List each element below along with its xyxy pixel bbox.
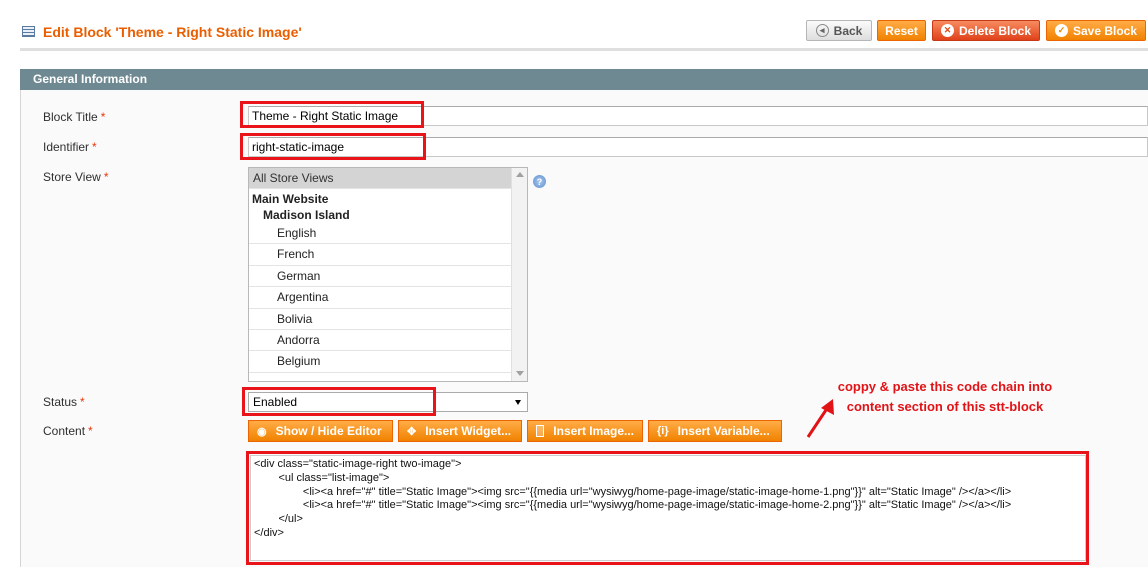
save-button-label: Save Block	[1072, 23, 1138, 38]
store-view-group-store: Madison Island	[263, 208, 350, 222]
insert-widget-button[interactable]: ✥ Insert Widget...	[398, 420, 522, 442]
scroll-down-icon[interactable]	[516, 371, 524, 376]
block-title-input[interactable]: Theme - Right Static Image	[248, 106, 1148, 126]
block-title-label-text: Block Title	[43, 110, 98, 124]
content-textarea[interactable]: <div class="static-image-right two-image…	[250, 455, 1086, 561]
show-hide-editor-label: Show / Hide Editor	[275, 424, 382, 438]
widget-icon: ✥	[407, 425, 417, 438]
store-view-label-text: Store View	[43, 170, 101, 184]
code-line: </ul>	[254, 513, 303, 526]
cms-block-icon	[22, 26, 35, 37]
delete-button-label: Delete Block	[958, 23, 1032, 38]
store-view-option[interactable]: English	[249, 223, 512, 245]
code-line: <ul class="list-image">	[254, 471, 390, 484]
annotation-line-2: content section of this stt-block	[846, 399, 1044, 414]
store-view-option-all[interactable]: All Store Views	[249, 168, 512, 189]
delete-block-button[interactable]: ✕ Delete Block	[932, 20, 1040, 41]
annotation-note: coppy & paste this code chain into conte…	[815, 377, 1075, 417]
store-view-scrollbar[interactable]	[511, 168, 527, 381]
eye-icon: ◉	[257, 425, 267, 438]
help-icon[interactable]: ?	[533, 175, 546, 188]
content-label-text: Content	[43, 424, 86, 438]
header-divider	[20, 48, 1148, 51]
delete-x-icon: ✕	[940, 24, 954, 37]
store-view-option[interactable]: German	[249, 266, 512, 288]
annotation-line-1: coppy & paste this code chain into	[837, 379, 1053, 394]
store-view-option[interactable]: Belgium	[249, 351, 512, 373]
scroll-up-icon[interactable]	[516, 172, 524, 177]
required-marker: *	[88, 424, 93, 438]
code-line: <li><a href="#" title="Static Image"><im…	[254, 485, 1012, 498]
code-line: <li><a href="#" title="Static Image"><im…	[254, 499, 1012, 512]
block-title-label: Block Title *	[43, 110, 105, 124]
insert-image-button[interactable]: Insert Image...	[527, 420, 643, 442]
required-marker: *	[92, 140, 97, 154]
status-select[interactable]: Enabled	[248, 392, 528, 412]
store-view-options: All Store Views Main Website Madison Isl…	[249, 168, 512, 373]
code-line: </div>	[254, 526, 284, 539]
code-line: <div class="static-image-right two-image…	[254, 458, 462, 470]
status-label-text: Status	[43, 395, 78, 409]
insert-image-label: Insert Image...	[553, 424, 634, 438]
back-arrow-icon: ◂	[815, 24, 829, 37]
annotation-arrow-icon	[806, 399, 834, 438]
reset-button-label: Reset	[885, 23, 918, 38]
required-marker: *	[80, 395, 85, 409]
identifier-label: Identifier *	[43, 140, 97, 154]
identifier-label-text: Identifier	[43, 140, 90, 154]
save-block-button[interactable]: ✓ Save Block	[1046, 20, 1146, 41]
store-view-multiselect[interactable]: All Store Views Main Website Madison Isl…	[248, 167, 528, 382]
reset-button[interactable]: Reset	[877, 20, 926, 41]
checkmark-icon: ✓	[1054, 24, 1068, 37]
insert-variable-label: Insert Variable...	[677, 424, 770, 438]
variable-icon: {i}	[657, 425, 669, 437]
page-header: Edit Block 'Theme - Right Static Image' …	[0, 0, 1148, 51]
back-button-label: Back	[833, 23, 863, 38]
back-button[interactable]: ◂ Back	[806, 20, 872, 41]
status-select-value: Enabled	[253, 395, 298, 409]
store-view-option[interactable]: Bolivia	[249, 309, 512, 330]
chevron-down-icon	[515, 400, 521, 405]
store-view-option[interactable]: Andorra	[249, 330, 512, 352]
image-icon	[536, 425, 545, 437]
insert-widget-label: Insert Widget...	[425, 424, 512, 438]
content-label: Content *	[43, 424, 93, 438]
identifier-input[interactable]: right-static-image	[248, 137, 1148, 157]
section-header: General Information	[20, 69, 1148, 90]
store-view-label: Store View *	[43, 170, 108, 184]
status-label: Status *	[43, 395, 85, 409]
show-hide-editor-button[interactable]: ◉ Show / Hide Editor	[248, 420, 393, 442]
required-marker: *	[100, 110, 106, 124]
required-marker: *	[103, 170, 109, 184]
page-title: Edit Block 'Theme - Right Static Image'	[43, 24, 302, 40]
store-view-option[interactable]: Argentina	[249, 287, 512, 309]
insert-variable-button[interactable]: {i} Insert Variable...	[648, 420, 782, 442]
store-view-option[interactable]: French	[249, 244, 512, 266]
store-view-group-website: Main Website	[252, 192, 329, 206]
